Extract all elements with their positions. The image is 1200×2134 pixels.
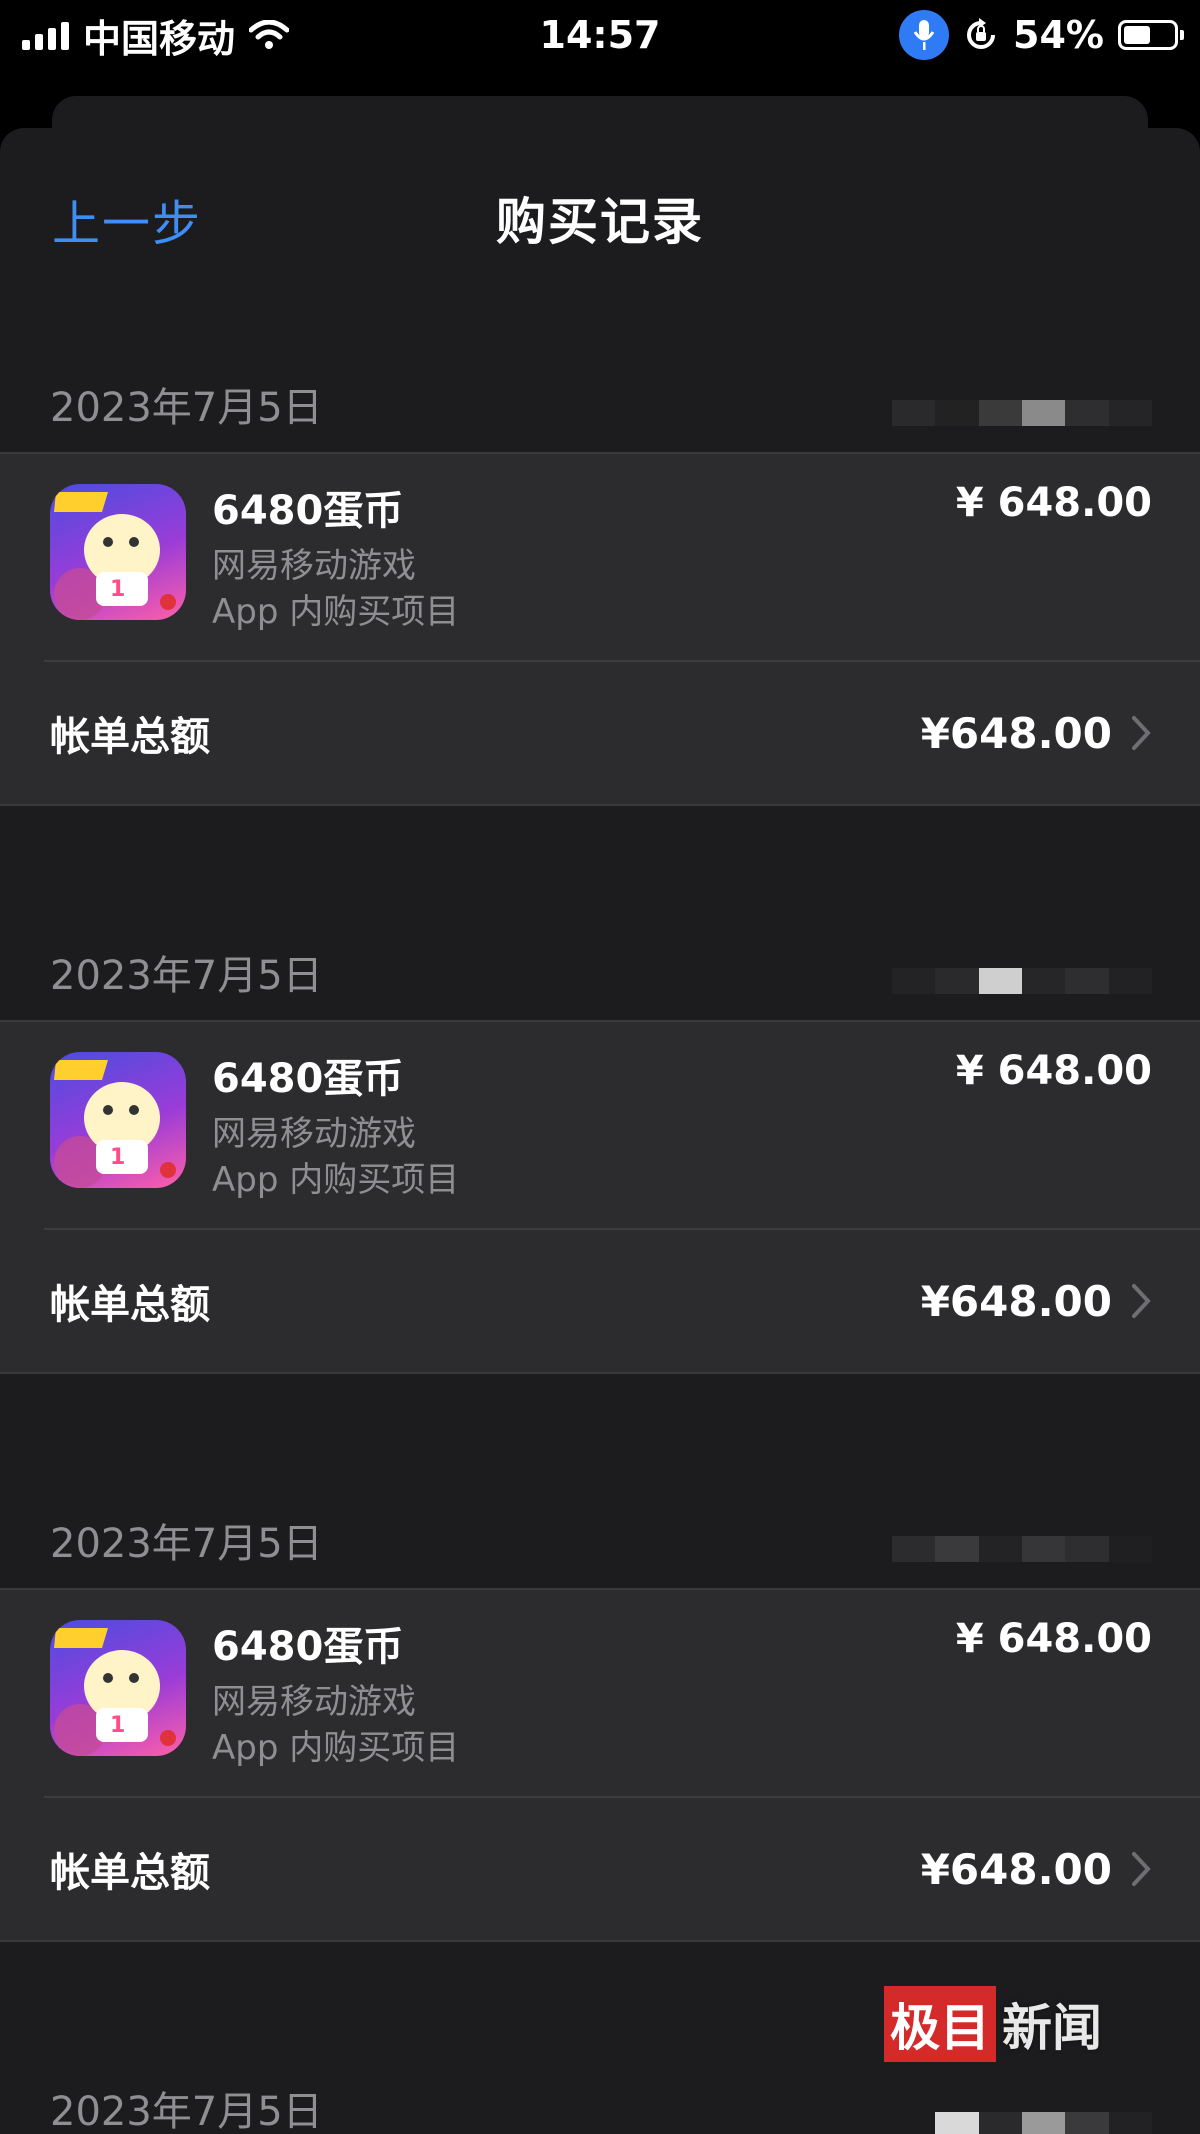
watermark-part2: 新闻 xyxy=(1002,1998,1102,2057)
item-name: 6480蛋币 xyxy=(212,1624,404,1670)
developer-name: 网易移动游戏 xyxy=(212,1682,416,1722)
microphone-in-use-icon xyxy=(899,10,950,60)
purchase-type: App 内购买项目 xyxy=(212,592,460,632)
bill-total-right: ¥648.00 xyxy=(921,1845,1152,1894)
battery-icon xyxy=(1118,20,1184,50)
purchase-item-row[interactable]: 1 6480蛋币 网易移动游戏 App 内购买项目 ¥ 648.00 xyxy=(44,1022,1200,1230)
battery-fill xyxy=(1124,26,1150,44)
purchase-item-row[interactable]: 1 6480蛋币 网易移动游戏 App 内购买项目 ¥ 648.00 xyxy=(44,1590,1200,1798)
purchase-date: 2023年7月5日 xyxy=(50,2089,323,2134)
rotation-lock-icon xyxy=(967,18,996,49)
purchase-group: 2023年7月5日 1 6480蛋币 网易移动游戏 App 内购买项目 ¥ 64… xyxy=(0,1492,1200,1942)
item-price: ¥ 648.00 xyxy=(955,480,1152,526)
status-bar-right: 54% xyxy=(899,10,1184,60)
status-bar: 中国移动 14:57 54% xyxy=(0,0,1200,70)
news-watermark: 极目 新闻 xyxy=(884,1986,1108,2062)
date-header: 2023年7月5日 xyxy=(0,356,1200,452)
bill-total-value: ¥648.00 xyxy=(920,1276,1112,1326)
bill-total-label: 帐单总额 xyxy=(50,1850,210,1896)
redacted-area xyxy=(892,400,1152,426)
purchase-item-row[interactable]: 1 6480蛋币 网易移动游戏 App 内购买项目 ¥ 648.00 xyxy=(44,454,1200,662)
purchase-history-sheet: 上一步 购买记录 2023年7月5日 1 6480蛋币 网易移动游戏 App 内… xyxy=(0,128,1200,2134)
watermark-part1: 极目 xyxy=(884,1986,996,2062)
date-header: 2023年7月5日 xyxy=(0,1492,1200,1588)
app-icon: 1 xyxy=(50,484,186,620)
bill-total-row[interactable]: 帐单总额 ¥648.00 xyxy=(0,1798,1200,1940)
bill-total-value: ¥648.00 xyxy=(920,708,1112,758)
chevron-right-icon xyxy=(1132,1852,1151,1886)
battery-percentage: 54% xyxy=(1013,13,1104,57)
purchase-date: 2023年7月5日 xyxy=(50,1521,323,1567)
bill-total-right: ¥648.00 xyxy=(921,709,1152,758)
purchase-card: 1 6480蛋币 网易移动游戏 App 内购买项目 ¥ 648.00 帐单总额 … xyxy=(0,452,1200,806)
redacted-area xyxy=(892,2112,1152,2134)
bill-total-right: ¥648.00 xyxy=(921,1277,1152,1326)
wifi-icon xyxy=(249,20,290,49)
developer-name: 网易移动游戏 xyxy=(212,1114,416,1154)
bill-total-label: 帐单总额 xyxy=(50,714,210,760)
purchase-date: 2023年7月5日 xyxy=(50,953,323,999)
bill-total-value: ¥648.00 xyxy=(920,1844,1112,1894)
redacted-area xyxy=(892,968,1152,994)
svg-text:1: 1 xyxy=(110,1713,125,1738)
svg-text:1: 1 xyxy=(110,577,125,602)
purchase-card: 1 6480蛋币 网易移动游戏 App 内购买项目 ¥ 648.00 帐单总额 … xyxy=(0,1020,1200,1374)
developer-name: 网易移动游戏 xyxy=(212,546,416,586)
bill-total-row[interactable]: 帐单总额 ¥648.00 xyxy=(0,662,1200,804)
purchase-date: 2023年7月5日 xyxy=(50,385,323,431)
purchase-group: 2023年7月5日 1 6480蛋币 网易移动游戏 App 内购买项目 ¥ 64… xyxy=(0,924,1200,1374)
purchase-group: 2023年7月5日 1 6480蛋币 网易移动游戏 App 内购买项目 ¥ 64… xyxy=(0,356,1200,806)
navigation-bar: 上一步 购买记录 xyxy=(0,128,1200,308)
redacted-area xyxy=(892,1536,1152,1562)
purchase-card: 1 6480蛋币 网易移动游戏 App 内购买项目 ¥ 648.00 帐单总额 … xyxy=(0,1588,1200,1942)
svg-text:1: 1 xyxy=(110,1145,125,1170)
purchase-group: 2023年7月5日 xyxy=(0,2060,1200,2134)
item-name: 6480蛋币 xyxy=(212,488,404,534)
app-icon: 1 xyxy=(50,1620,186,1756)
page-title: 购买记录 xyxy=(496,193,704,251)
chevron-right-icon xyxy=(1132,716,1151,750)
item-price: ¥ 648.00 xyxy=(955,1048,1152,1094)
date-header: 2023年7月5日 xyxy=(0,924,1200,1020)
status-bar-left: 中国移动 xyxy=(22,8,290,63)
purchase-type: App 内购买项目 xyxy=(212,1728,460,1768)
purchase-type: App 内购买项目 xyxy=(212,1160,460,1200)
bill-total-row[interactable]: 帐单总额 ¥648.00 xyxy=(0,1230,1200,1372)
item-price: ¥ 648.00 xyxy=(955,1616,1152,1662)
cellular-signal-icon xyxy=(22,20,69,50)
chevron-right-icon xyxy=(1132,1284,1151,1318)
carrier-name: 中国移动 xyxy=(83,16,236,61)
date-header: 2023年7月5日 xyxy=(0,2060,1200,2134)
app-icon: 1 xyxy=(50,1052,186,1188)
bill-total-label: 帐单总额 xyxy=(50,1282,210,1328)
item-name: 6480蛋币 xyxy=(212,1056,404,1102)
